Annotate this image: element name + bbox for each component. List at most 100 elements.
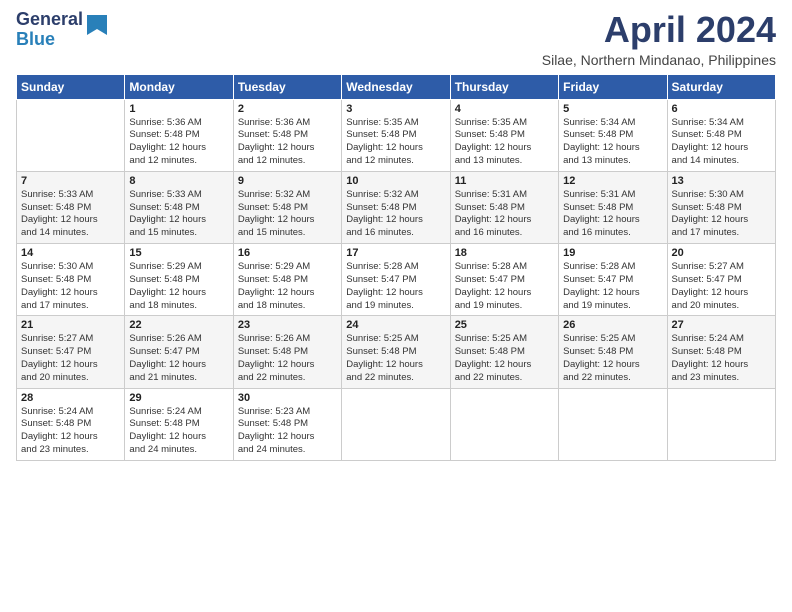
calendar-week-2: 7Sunrise: 5:33 AM Sunset: 5:48 PM Daylig… bbox=[17, 171, 776, 243]
day-info: Sunrise: 5:25 AM Sunset: 5:48 PM Dayligh… bbox=[346, 333, 445, 384]
weekday-header-thursday: Thursday bbox=[450, 74, 558, 99]
calendar-cell: 10 Sunrise: 5:32 AM Sunset: 5:48 PM Dayli… bbox=[342, 171, 450, 243]
calendar-cell: 5 Sunrise: 5:34 AM Sunset: 5:48 PM Daylig… bbox=[559, 99, 667, 171]
day-number: 26 bbox=[563, 319, 662, 331]
day-info: Sunrise: 5:28 AM Sunset: 5:47 PM Dayligh… bbox=[455, 261, 554, 312]
calendar-week-4: 21 Sunrise: 5:27 AM Sunset: 5:47 PM Dayli… bbox=[17, 316, 776, 388]
day-info: Sunrise: 5:35 AM Sunset: 5:48 PM Dayligh… bbox=[346, 117, 445, 168]
calendar-cell: 14 Sunrise: 5:30 AM Sunset: 5:48 PM Dayli… bbox=[17, 244, 125, 316]
day-number: 8 bbox=[129, 175, 228, 187]
day-info: Sunrise: 5:32 AM Sunset: 5:48 PM Dayligh… bbox=[346, 189, 445, 240]
day-number: 13 bbox=[672, 175, 771, 187]
calendar-cell: 28Sunrise: 5:24 AM Sunset: 5:48 PM Dayli… bbox=[17, 388, 125, 460]
day-number: 5 bbox=[563, 103, 662, 115]
day-info: Sunrise: 5:36 AM Sunset: 5:48 PM Dayligh… bbox=[129, 117, 228, 168]
day-number: 17 bbox=[346, 247, 445, 259]
day-info: Sunrise: 5:31 AM Sunset: 5:48 PM Dayligh… bbox=[455, 189, 554, 240]
day-number: 22 bbox=[129, 319, 228, 331]
calendar-week-5: 28Sunrise: 5:24 AM Sunset: 5:48 PM Dayli… bbox=[17, 388, 776, 460]
day-info: Sunrise: 5:29 AM Sunset: 5:48 PM Dayligh… bbox=[129, 261, 228, 312]
day-info: Sunrise: 5:26 AM Sunset: 5:47 PM Dayligh… bbox=[129, 333, 228, 384]
day-number: 4 bbox=[455, 103, 554, 115]
calendar-cell: 1 Sunrise: 5:36 AM Sunset: 5:48 PM Daylig… bbox=[125, 99, 233, 171]
calendar-cell: 26 Sunrise: 5:25 AM Sunset: 5:48 PM Dayli… bbox=[559, 316, 667, 388]
calendar-cell: 6Sunrise: 5:34 AM Sunset: 5:48 PM Daylig… bbox=[667, 99, 775, 171]
weekday-header-sunday: Sunday bbox=[17, 74, 125, 99]
day-number: 30 bbox=[238, 392, 337, 404]
day-info: Sunrise: 5:24 AM Sunset: 5:48 PM Dayligh… bbox=[672, 333, 771, 384]
calendar-cell: 16 Sunrise: 5:29 AM Sunset: 5:48 PM Dayli… bbox=[233, 244, 341, 316]
calendar-cell bbox=[17, 99, 125, 171]
logo-blue: Blue bbox=[16, 30, 83, 50]
calendar-cell: 9Sunrise: 5:32 AM Sunset: 5:48 PM Daylig… bbox=[233, 171, 341, 243]
day-number: 23 bbox=[238, 319, 337, 331]
calendar-cell: 12Sunrise: 5:31 AM Sunset: 5:48 PM Dayli… bbox=[559, 171, 667, 243]
day-number: 15 bbox=[129, 247, 228, 259]
calendar-cell: 4 Sunrise: 5:35 AM Sunset: 5:48 PM Daylig… bbox=[450, 99, 558, 171]
day-number: 24 bbox=[346, 319, 445, 331]
day-number: 25 bbox=[455, 319, 554, 331]
day-number: 19 bbox=[563, 247, 662, 259]
page: General Blue April 2024 Silae, Northern … bbox=[0, 0, 792, 612]
weekday-header-wednesday: Wednesday bbox=[342, 74, 450, 99]
day-info: Sunrise: 5:35 AM Sunset: 5:48 PM Dayligh… bbox=[455, 117, 554, 168]
calendar-cell: 22 Sunrise: 5:26 AM Sunset: 5:47 PM Dayli… bbox=[125, 316, 233, 388]
day-info: Sunrise: 5:31 AM Sunset: 5:48 PM Dayligh… bbox=[563, 189, 662, 240]
weekday-header-tuesday: Tuesday bbox=[233, 74, 341, 99]
day-info: Sunrise: 5:23 AM Sunset: 5:48 PM Dayligh… bbox=[238, 406, 337, 457]
calendar-cell: 19 Sunrise: 5:28 AM Sunset: 5:47 PM Dayli… bbox=[559, 244, 667, 316]
day-info: Sunrise: 5:24 AM Sunset: 5:48 PM Dayligh… bbox=[21, 406, 120, 457]
logo-general: General bbox=[16, 10, 83, 30]
day-number: 1 bbox=[129, 103, 228, 115]
weekday-header-friday: Friday bbox=[559, 74, 667, 99]
day-info: Sunrise: 5:25 AM Sunset: 5:48 PM Dayligh… bbox=[563, 333, 662, 384]
day-number: 3 bbox=[346, 103, 445, 115]
day-number: 21 bbox=[21, 319, 120, 331]
day-number: 27 bbox=[672, 319, 771, 331]
day-info: Sunrise: 5:36 AM Sunset: 5:48 PM Dayligh… bbox=[238, 117, 337, 168]
calendar-cell: 15 Sunrise: 5:29 AM Sunset: 5:48 PM Dayli… bbox=[125, 244, 233, 316]
calendar-cell: 25 Sunrise: 5:25 AM Sunset: 5:48 PM Dayli… bbox=[450, 316, 558, 388]
calendar-table: SundayMondayTuesdayWednesdayThursdayFrid… bbox=[16, 74, 776, 461]
day-number: 10 bbox=[346, 175, 445, 187]
calendar-cell: 7Sunrise: 5:33 AM Sunset: 5:48 PM Daylig… bbox=[17, 171, 125, 243]
calendar-cell: 13 Sunrise: 5:30 AM Sunset: 5:48 PM Dayli… bbox=[667, 171, 775, 243]
day-info: Sunrise: 5:27 AM Sunset: 5:47 PM Dayligh… bbox=[21, 333, 120, 384]
day-number: 18 bbox=[455, 247, 554, 259]
calendar-cell: 18 Sunrise: 5:28 AM Sunset: 5:47 PM Dayli… bbox=[450, 244, 558, 316]
month-title: April 2024 bbox=[542, 10, 776, 50]
calendar-week-3: 14 Sunrise: 5:30 AM Sunset: 5:48 PM Dayli… bbox=[17, 244, 776, 316]
day-number: 16 bbox=[238, 247, 337, 259]
day-info: Sunrise: 5:29 AM Sunset: 5:48 PM Dayligh… bbox=[238, 261, 337, 312]
day-number: 9 bbox=[238, 175, 337, 187]
calendar-week-1: 1 Sunrise: 5:36 AM Sunset: 5:48 PM Daylig… bbox=[17, 99, 776, 171]
calendar-cell: 24 Sunrise: 5:25 AM Sunset: 5:48 PM Dayli… bbox=[342, 316, 450, 388]
weekday-header-monday: Monday bbox=[125, 74, 233, 99]
day-info: Sunrise: 5:30 AM Sunset: 5:48 PM Dayligh… bbox=[672, 189, 771, 240]
calendar-cell bbox=[450, 388, 558, 460]
day-number: 20 bbox=[672, 247, 771, 259]
location: Silae, Northern Mindanao, Philippines bbox=[542, 52, 776, 68]
weekday-header-row: SundayMondayTuesdayWednesdayThursdayFrid… bbox=[17, 74, 776, 99]
day-info: Sunrise: 5:24 AM Sunset: 5:48 PM Dayligh… bbox=[129, 406, 228, 457]
day-info: Sunrise: 5:28 AM Sunset: 5:47 PM Dayligh… bbox=[346, 261, 445, 312]
calendar-cell: 23 Sunrise: 5:26 AM Sunset: 5:48 PM Dayli… bbox=[233, 316, 341, 388]
logo-icon bbox=[85, 15, 107, 43]
calendar-cell: 21 Sunrise: 5:27 AM Sunset: 5:47 PM Dayli… bbox=[17, 316, 125, 388]
day-info: Sunrise: 5:33 AM Sunset: 5:48 PM Dayligh… bbox=[129, 189, 228, 240]
calendar-cell: 3 Sunrise: 5:35 AM Sunset: 5:48 PM Daylig… bbox=[342, 99, 450, 171]
calendar-cell bbox=[667, 388, 775, 460]
day-info: Sunrise: 5:30 AM Sunset: 5:48 PM Dayligh… bbox=[21, 261, 120, 312]
day-info: Sunrise: 5:33 AM Sunset: 5:48 PM Dayligh… bbox=[21, 189, 120, 240]
calendar-cell: 27 Sunrise: 5:24 AM Sunset: 5:48 PM Dayli… bbox=[667, 316, 775, 388]
day-info: Sunrise: 5:27 AM Sunset: 5:47 PM Dayligh… bbox=[672, 261, 771, 312]
day-info: Sunrise: 5:34 AM Sunset: 5:48 PM Dayligh… bbox=[563, 117, 662, 168]
day-number: 6 bbox=[672, 103, 771, 115]
day-info: Sunrise: 5:26 AM Sunset: 5:48 PM Dayligh… bbox=[238, 333, 337, 384]
title-block: April 2024 Silae, Northern Mindanao, Phi… bbox=[542, 10, 776, 68]
header: General Blue April 2024 Silae, Northern … bbox=[16, 10, 776, 68]
calendar-cell bbox=[342, 388, 450, 460]
day-number: 14 bbox=[21, 247, 120, 259]
day-info: Sunrise: 5:28 AM Sunset: 5:47 PM Dayligh… bbox=[563, 261, 662, 312]
day-info: Sunrise: 5:25 AM Sunset: 5:48 PM Dayligh… bbox=[455, 333, 554, 384]
